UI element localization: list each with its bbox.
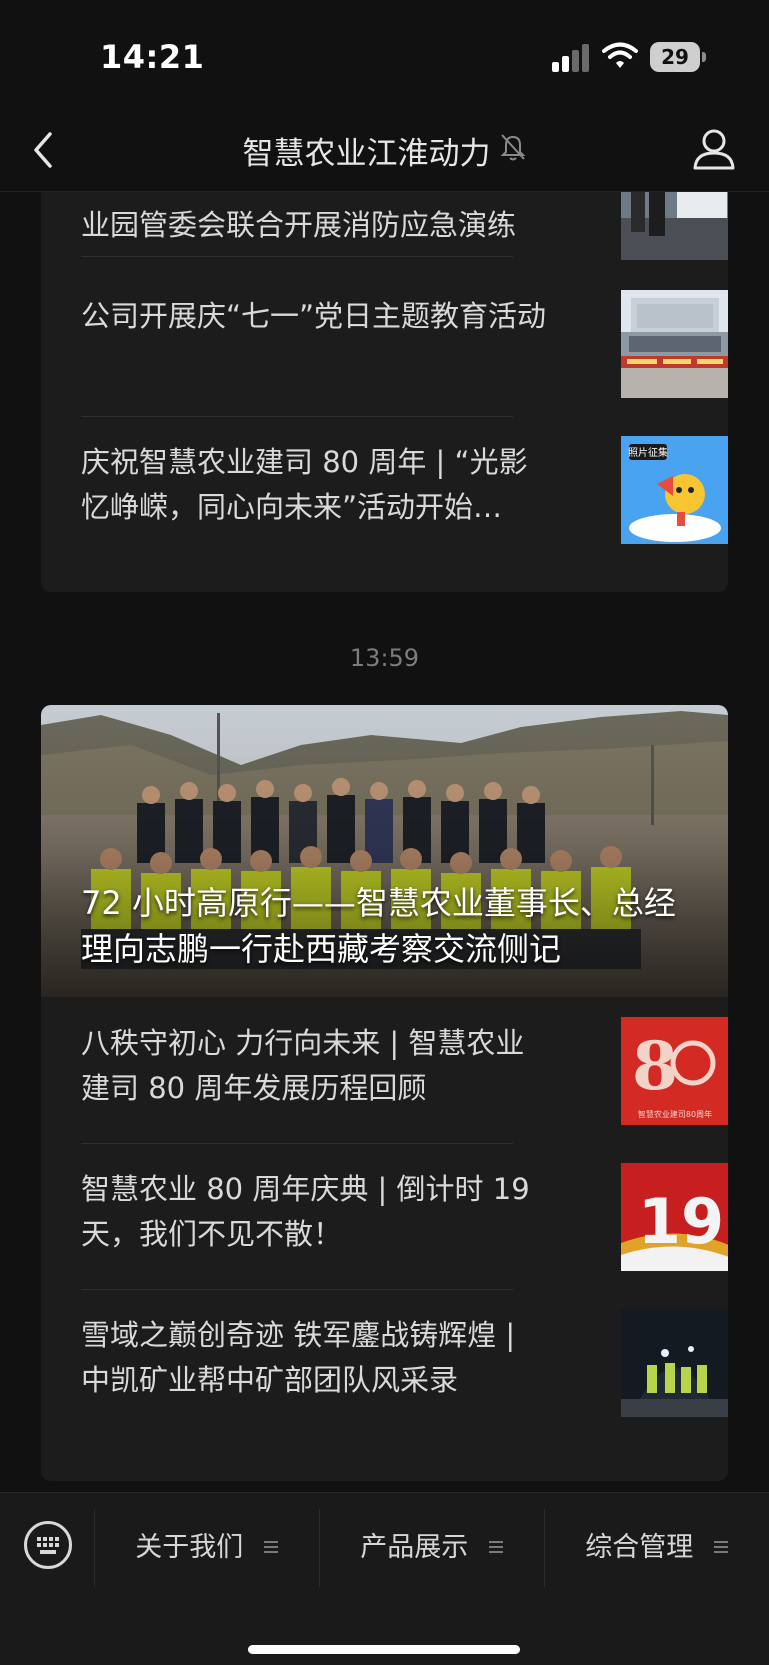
chat-title: 智慧农业江淮动力 <box>0 128 769 173</box>
article-item[interactable]: 庆祝智慧农业建司 80 周年 | “光影忆峥嵘，同心向未来”活动开始… 照片征集 <box>81 416 728 562</box>
article-title: 八秩守初心 力行向未来 | 智慧农业建司 80 周年发展历程回顾 <box>81 1026 525 1105</box>
battery-icon: 29 <box>650 42 706 72</box>
article-card: … 业园管委会联合开展消防应急演练 <box>41 192 728 592</box>
article-item[interactable]: 智慧农业 80 周年庆典 | 倒计时 19 天，我们不见不散！ 19 <box>81 1143 728 1289</box>
status-bar: 14:21 29 <box>0 0 769 110</box>
hero-article-title: 72 小时高原行——智慧农业董事长、总经理向志鹏一行赴西藏考察交流侧记 <box>81 884 676 968</box>
status-time: 14:21 <box>100 38 205 76</box>
article-thumbnail <box>621 192 728 260</box>
menu-lines-icon <box>263 1540 278 1553</box>
menu-label: 关于我们 <box>135 1532 244 1563</box>
menu-lines-icon <box>488 1540 503 1553</box>
article-thumbnail <box>621 290 728 398</box>
article-title: 公司开展庆“七一”党日主题教育活动 <box>81 299 547 333</box>
svg-text:智慧农业建司80周年: 智慧农业建司80周年 <box>638 1109 712 1119</box>
mute-bell-icon <box>500 134 525 161</box>
article-thumbnail: 照片征集 <box>621 436 728 544</box>
article-card: 72 小时高原行——智慧农业董事长、总经理向志鹏一行赴西藏考察交流侧记 八秩守初… <box>41 705 728 1481</box>
menu-lines-icon <box>713 1540 728 1553</box>
menu-products[interactable]: 产品展示 <box>319 1509 544 1587</box>
nav-bar: 智慧农业江淮动力 <box>0 110 769 192</box>
cellular-signal-icon <box>552 44 589 72</box>
menu-general-management[interactable]: 综合管理 <box>544 1509 769 1587</box>
article-title: 雪域之巅创奇迹 铁军鏖战铸辉煌 | 中凯矿业帮中矿部团队风采录 <box>81 1318 516 1397</box>
svg-text:19: 19 <box>638 1185 724 1258</box>
menu-label: 产品展示 <box>360 1532 469 1563</box>
chat-title-text: 智慧农业江淮动力 <box>242 136 491 172</box>
menu-about-us[interactable]: 关于我们 <box>94 1509 319 1587</box>
article-item[interactable]: 雪域之巅创奇迹 铁军鏖战铸辉煌 | 中凯矿业帮中矿部团队风采录 <box>81 1289 728 1435</box>
article-thumbnail: 8 智慧农业建司80周年 <box>621 1017 728 1125</box>
hero-article[interactable]: 72 小时高原行——智慧农业董事长、总经理向志鹏一行赴西藏考察交流侧记 <box>41 705 728 997</box>
article-item[interactable]: 八秩守初心 力行向未来 | 智慧农业建司 80 周年发展历程回顾 8 智慧农业建… <box>81 997 728 1143</box>
svg-text:照片征集: 照片征集 <box>628 446 668 459</box>
article-title: 智慧农业 80 周年庆典 | 倒计时 19 天，我们不见不散！ <box>81 1172 530 1251</box>
wifi-icon <box>602 42 638 68</box>
home-indicator[interactable] <box>248 1645 520 1654</box>
keyboard-icon[interactable] <box>24 1521 72 1569</box>
article-title: … 业园管委会联合开展消防应急演练 <box>81 192 551 248</box>
article-title-line2: 业园管委会联合开展消防应急演练 <box>81 208 517 242</box>
article-thumbnail: 19 <box>621 1163 728 1271</box>
article-title: 庆祝智慧农业建司 80 周年 | “光影忆峥嵘，同心向未来”活动开始… <box>81 445 528 524</box>
message-timestamp: 13:59 <box>349 644 420 672</box>
profile-icon[interactable] <box>690 126 738 172</box>
article-item[interactable]: 公司开展庆“七一”党日主题教育活动 <box>81 270 728 416</box>
message-feed[interactable]: … 业园管委会联合开展消防应急演练 <box>0 192 769 1492</box>
bottom-menu: 关于我们 产品展示 综合管理 <box>0 1492 769 1665</box>
article-thumbnail <box>621 1309 728 1417</box>
menu-label: 综合管理 <box>585 1532 694 1563</box>
battery-level: 29 <box>661 45 689 69</box>
item-separator <box>81 256 513 257</box>
